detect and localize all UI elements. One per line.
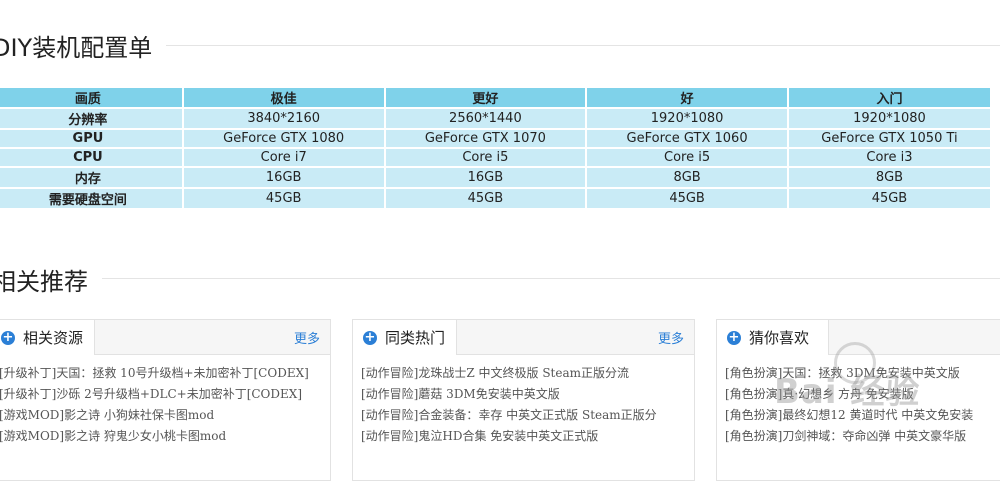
list-item[interactable]: [升级补丁]沙砾 2号升级档+DLC+未加密补丁[CODEX] [0, 384, 330, 405]
table-cell: 8GB [788, 168, 990, 187]
row-label: 分辨率 [0, 109, 182, 128]
table-header-row: 画质 极佳 更好 好 入门 [0, 88, 990, 107]
similar-hot-panel: + 同类热门 更多 [动作冒险]龙珠战士Z 中文终极版 Steam正版分流 [动… [352, 319, 695, 481]
table-row: 分辨率 3840*2160 2560*1440 1920*1080 1920*1… [0, 109, 990, 128]
table-cell: GeForce GTX 1080 [183, 130, 384, 147]
list-item[interactable]: [动作冒险]合金装备：幸存 中英文正式版 Steam正版分 [353, 405, 694, 426]
table-cell: GeForce GTX 1050 Ti [788, 130, 990, 147]
list-item[interactable]: [角色扮演]真·幻想乡 方舟 免安装版 [717, 384, 1000, 405]
panel-tab[interactable]: + 猜你喜欢 [717, 320, 829, 355]
table-cell: Core i5 [385, 149, 586, 166]
table-cell: 16GB [183, 168, 384, 187]
table-cell: 45GB [183, 189, 384, 208]
panel-title: 猜你喜欢 [749, 329, 810, 347]
table-cell: GeForce GTX 1060 [587, 130, 787, 147]
panel-header: + 相关资源 更多 [0, 320, 330, 355]
recommend-section-title: 相关推荐 [0, 262, 102, 297]
resource-list: [升级补丁]天国：拯救 10号升级档+未加密补丁[CODEX] [升级补丁]沙砾… [0, 355, 330, 447]
more-link[interactable]: 更多 [294, 328, 320, 347]
list-item[interactable]: [角色扮演]天国：拯救 3DM免安装中英文版 [717, 363, 1000, 384]
row-label: 内存 [0, 168, 182, 187]
spec-table: 画质 极佳 更好 好 入门 分辨率 3840*2160 2560*1440 19… [0, 86, 992, 210]
row-label: CPU [0, 149, 182, 166]
related-resources-panel: + 相关资源 更多 [升级补丁]天国：拯救 10号升级档+未加密补丁[CODEX… [0, 319, 331, 481]
table-cell: 3840*2160 [183, 109, 384, 128]
table-row: 需要硬盘空间 45GB 45GB 45GB 45GB [0, 189, 990, 208]
section-divider [100, 278, 1000, 279]
table-cell: 1920*1080 [788, 109, 990, 128]
table-cell: 2560*1440 [385, 109, 586, 128]
row-label: GPU [0, 130, 182, 147]
panel-title: 同类热门 [385, 329, 446, 347]
table-cell: 16GB [385, 168, 586, 187]
column-header: 入门 [788, 88, 990, 107]
table-cell: 45GB [385, 189, 586, 208]
panel-header: + 猜你喜欢 [717, 320, 1000, 355]
column-header: 更好 [385, 88, 586, 107]
section-divider [160, 45, 1000, 46]
table-cell: 1920*1080 [587, 109, 787, 128]
panel-title: 相关资源 [23, 329, 84, 347]
resource-list: [动作冒险]龙珠战士Z 中文终极版 Steam正版分流 [动作冒险]蘑菇 3DM… [353, 355, 694, 447]
table-cell: Core i7 [183, 149, 384, 166]
table-cell: 45GB [587, 189, 787, 208]
table-row: CPU Core i7 Core i5 Core i5 Core i3 [0, 149, 990, 166]
list-item[interactable]: [升级补丁]天国：拯救 10号升级档+未加密补丁[CODEX] [0, 363, 330, 384]
list-item[interactable]: [角色扮演]最终幻想12 黄道时代 中英文免安装 [717, 405, 1000, 426]
column-header: 画质 [0, 88, 182, 107]
more-link[interactable]: 更多 [658, 328, 684, 347]
table-cell: Core i5 [587, 149, 787, 166]
table-cell: GeForce GTX 1070 [385, 130, 586, 147]
row-label: 需要硬盘空间 [0, 189, 182, 208]
list-item[interactable]: [游戏MOD]影之诗 狩鬼少女小桃卡图mod [0, 426, 330, 447]
list-item[interactable]: [动作冒险]蘑菇 3DM免安装中英文版 [353, 384, 694, 405]
list-item[interactable]: [动作冒险]鬼泣HD合集 免安装中英文正式版 [353, 426, 694, 447]
list-item[interactable]: [角色扮演]刀剑神域：夺命凶弹 中英文豪华版 [717, 426, 1000, 447]
panel-tab[interactable]: + 同类热门 [353, 320, 457, 355]
plus-circle-icon: + [1, 329, 15, 345]
column-header: 好 [587, 88, 787, 107]
table-row: 内存 16GB 16GB 8GB 8GB [0, 168, 990, 187]
resource-list: [角色扮演]天国：拯救 3DM免安装中英文版 [角色扮演]真·幻想乡 方舟 免安… [717, 355, 1000, 447]
table-cell: 8GB [587, 168, 787, 187]
list-item[interactable]: [动作冒险]龙珠战士Z 中文终极版 Steam正版分流 [353, 363, 694, 384]
plus-circle-icon: + [727, 329, 741, 345]
plus-circle-icon: + [363, 329, 377, 345]
panel-tab[interactable]: + 相关资源 [0, 320, 95, 355]
list-item[interactable]: [游戏MOD]影之诗 小狗妹社保卡图mod [0, 405, 330, 426]
column-header: 极佳 [183, 88, 384, 107]
table-cell: Core i3 [788, 149, 990, 166]
config-section-title: DIY装机配置单 [0, 28, 167, 63]
panel-header: + 同类热门 更多 [353, 320, 694, 355]
table-row: GPU GeForce GTX 1080 GeForce GTX 1070 Ge… [0, 130, 990, 147]
guess-you-like-panel: + 猜你喜欢 [角色扮演]天国：拯救 3DM免安装中英文版 [角色扮演]真·幻想… [716, 319, 1000, 481]
table-cell: 45GB [788, 189, 990, 208]
